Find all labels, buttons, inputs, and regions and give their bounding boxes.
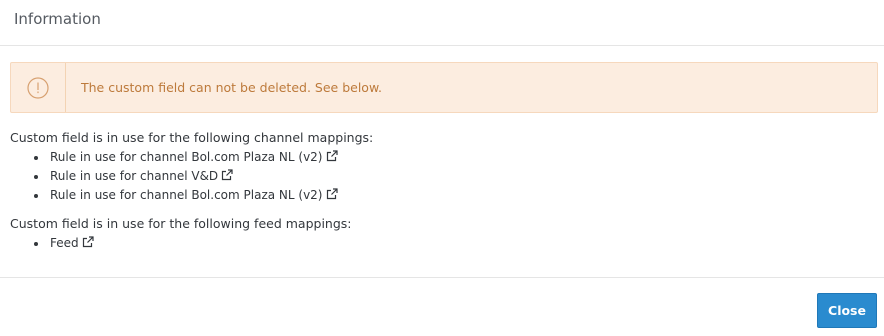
information-dialog: Information The custom field can not be …	[0, 0, 884, 336]
feed-mappings-section: Custom field is in use for the following…	[10, 215, 874, 253]
channel-mapping-link[interactable]: Rule in use for channel Bol.com Plaza NL…	[50, 186, 323, 205]
external-link-icon[interactable]	[221, 168, 233, 181]
list-item: Rule in use for channel Bol.com Plaza NL…	[34, 148, 874, 167]
feed-mappings-list: Feed	[10, 234, 874, 253]
alert-message: The custom field can not be deleted. See…	[81, 80, 382, 95]
list-item: Rule in use for channel Bol.com Plaza NL…	[34, 186, 874, 205]
close-button[interactable]: Close	[817, 293, 877, 328]
warning-alert: The custom field can not be deleted. See…	[10, 62, 878, 113]
channel-mapping-link[interactable]: Rule in use for channel Bol.com Plaza NL…	[50, 148, 323, 167]
exclamation-circle-icon	[27, 76, 49, 99]
list-item: Feed	[34, 234, 874, 253]
dialog-footer: Close	[0, 277, 884, 336]
bullet-icon	[34, 155, 38, 160]
channel-mappings-title: Custom field is in use for the following…	[10, 130, 374, 145]
external-link-icon[interactable]	[82, 235, 94, 248]
bullet-icon	[34, 241, 38, 246]
dialog-title: Information	[14, 9, 101, 28]
external-link-icon[interactable]	[326, 187, 338, 200]
list-item: Rule in use for channel V&D	[34, 167, 874, 186]
dialog-header: Information	[0, 0, 884, 46]
channel-mapping-link[interactable]: Rule in use for channel V&D	[50, 167, 218, 186]
bullet-icon	[34, 193, 38, 198]
channel-mappings-section: Custom field is in use for the following…	[10, 129, 874, 205]
external-link-icon[interactable]	[326, 149, 338, 162]
feed-mapping-link[interactable]: Feed	[50, 234, 79, 253]
bullet-icon	[34, 174, 38, 179]
alert-icon-container	[11, 63, 66, 112]
feed-mappings-title: Custom field is in use for the following…	[10, 216, 352, 231]
channel-mappings-list: Rule in use for channel Bol.com Plaza NL…	[10, 148, 874, 205]
dialog-body: The custom field can not be deleted. See…	[0, 46, 884, 253]
